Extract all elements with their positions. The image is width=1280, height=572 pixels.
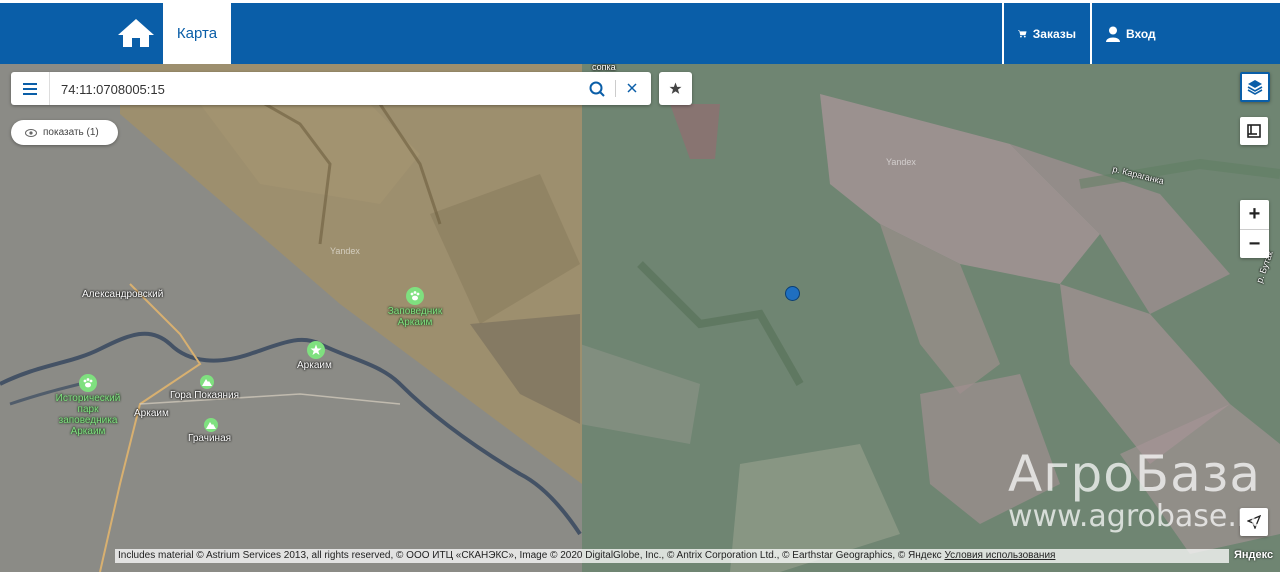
map-label-historical-park: Исторический парк заповедника Аркаим bbox=[55, 393, 121, 437]
mountain-poi-icon[interactable] bbox=[204, 418, 218, 432]
map-label-grachinaya: Грачиная bbox=[188, 433, 232, 444]
home-icon bbox=[118, 19, 154, 47]
zoom-control: + − bbox=[1240, 200, 1269, 258]
user-icon bbox=[1106, 26, 1120, 42]
park-poi-icon[interactable] bbox=[79, 374, 97, 392]
close-icon bbox=[627, 83, 637, 93]
orders-label: Заказы bbox=[1032, 26, 1076, 41]
map-label-arkaim-village: Аркаим bbox=[134, 408, 169, 419]
eye-icon bbox=[25, 128, 37, 137]
watermark-url: www.agrobase.ru bbox=[1008, 499, 1269, 534]
map-label-sopka: сопка bbox=[592, 62, 616, 72]
tab-map[interactable]: Карта bbox=[163, 3, 231, 64]
map-label-aleksandrovsky: Александровский bbox=[82, 289, 164, 300]
cart-icon bbox=[1018, 29, 1027, 38]
mountain-poi-icon[interactable] bbox=[200, 375, 214, 389]
map-label-arkaim: Аркаим bbox=[297, 360, 332, 371]
nav-right-group: Заказы Вход bbox=[1002, 3, 1280, 64]
zoom-in-button[interactable]: + bbox=[1240, 200, 1269, 230]
yandex-watermark-right: Yandex bbox=[886, 157, 916, 167]
parcel-marker[interactable] bbox=[785, 286, 800, 301]
menu-icon bbox=[23, 82, 37, 95]
search-button[interactable] bbox=[588, 80, 606, 98]
top-navbar: Карта Заказы Вход bbox=[0, 0, 1280, 64]
layers-icon bbox=[1247, 80, 1263, 95]
clear-button[interactable] bbox=[623, 79, 641, 97]
arkaim-poi-icon[interactable] bbox=[307, 341, 325, 359]
tab-map-label: Карта bbox=[176, 25, 218, 42]
copyright-bar: Includes material © Astrium Services 201… bbox=[115, 549, 1229, 563]
show-results-label: показать (1) bbox=[43, 127, 99, 138]
menu-button[interactable] bbox=[11, 72, 50, 105]
search-icon bbox=[589, 81, 605, 97]
zoom-out-button[interactable]: − bbox=[1240, 230, 1269, 259]
yandex-watermark-left: Yandex bbox=[330, 246, 360, 256]
yandex-logo[interactable]: Яндекс bbox=[1234, 549, 1273, 561]
map-label-gora-pokayaniya: Гора Покаяния bbox=[170, 390, 240, 401]
search-input[interactable] bbox=[59, 78, 563, 100]
orders-button[interactable]: Заказы bbox=[1002, 3, 1090, 64]
copyright-text: Includes material © Astrium Services 201… bbox=[118, 550, 945, 561]
star-icon bbox=[669, 82, 682, 94]
watermark-brand: АгроБаза bbox=[1008, 445, 1261, 503]
layers-button[interactable] bbox=[1240, 72, 1270, 102]
map-label-arkaim-reserve: Заповедник Аркаим bbox=[387, 306, 443, 328]
ruler-icon bbox=[1247, 124, 1261, 138]
home-button[interactable] bbox=[116, 17, 156, 51]
search-separator bbox=[615, 80, 616, 97]
show-results-button[interactable]: показать (1) bbox=[11, 120, 118, 145]
ruler-button[interactable] bbox=[1240, 117, 1268, 145]
search-bar bbox=[11, 72, 651, 105]
reserve-poi-icon[interactable] bbox=[406, 287, 424, 305]
favorites-button[interactable] bbox=[659, 72, 692, 105]
agrobase-watermark: АгроБаза www.agrobase.ru bbox=[1008, 448, 1268, 534]
login-label: Вход bbox=[1126, 26, 1156, 41]
login-button[interactable]: Вход bbox=[1090, 3, 1280, 64]
terms-link[interactable]: Условия использования bbox=[944, 550, 1055, 561]
